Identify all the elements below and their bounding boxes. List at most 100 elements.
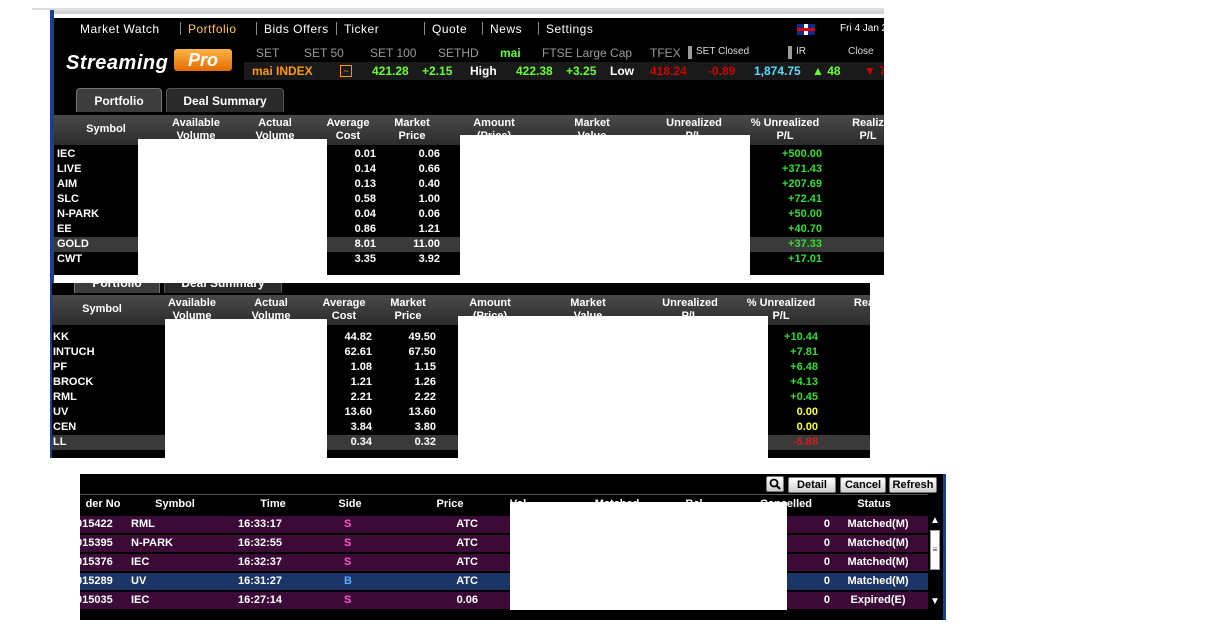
column-header-0[interactable]: Symbol xyxy=(54,123,158,136)
symbol-cell: INTUCH xyxy=(53,346,95,358)
status-indicator xyxy=(788,46,792,59)
column-header-line1: Available xyxy=(172,117,220,129)
menu-separator xyxy=(336,22,337,35)
uk-flag-icon[interactable] xyxy=(797,24,815,35)
menu-portfolio[interactable]: Portfolio xyxy=(188,22,237,36)
menu-news[interactable]: News xyxy=(490,22,522,36)
close-label: Close xyxy=(848,46,874,57)
order-col-0[interactable]: der No xyxy=(80,498,128,510)
order-time-cell: 16:32:37 xyxy=(238,556,283,568)
order-status-cell: Matched(M) xyxy=(847,556,909,568)
column-header-0[interactable]: Symbol xyxy=(52,303,154,316)
menu-ticker[interactable]: Ticker xyxy=(344,22,379,36)
column-header-4[interactable]: Market Price xyxy=(380,117,444,143)
orders-scrollbar[interactable]: ▲ ≡ ▼ xyxy=(928,514,942,610)
column-header-line1: Unrealized xyxy=(662,297,718,309)
order-no-cell: 015376 xyxy=(80,556,113,568)
order-col-2[interactable]: Time xyxy=(238,498,308,510)
order-row[interactable]: 015376 IEC 16:32:37 S ATC 0 Matched(M) xyxy=(80,554,928,571)
symbol-cell: KK xyxy=(53,331,69,343)
column-header-4[interactable]: Market Price xyxy=(376,297,440,323)
column-header-8[interactable]: % Unrealized P/L xyxy=(744,117,826,143)
pct-unrealized-cell: +207.69 xyxy=(781,178,822,190)
high-value: 422.38 xyxy=(516,64,553,78)
detail-button[interactable]: Detail xyxy=(788,477,836,493)
index-mai[interactable]: mai xyxy=(500,46,521,60)
column-header-line2: P/L xyxy=(859,130,877,142)
order-price-cell: 0.06 xyxy=(456,594,478,606)
order-no-cell: 015289 xyxy=(80,575,113,587)
market-price-cell: 67.50 xyxy=(408,346,436,358)
order-status-cell: Matched(M) xyxy=(847,518,909,530)
index-sethd[interactable]: SETHD xyxy=(438,46,479,60)
refresh-button[interactable]: Refresh xyxy=(889,477,937,493)
index-set-50[interactable]: SET 50 xyxy=(304,46,344,60)
menu-separator xyxy=(424,22,425,35)
market-price-cell: 3.80 xyxy=(414,421,436,433)
column-header-line1: Symbol xyxy=(86,123,126,135)
menu-bar: Market Watch Portfolio Bids Offers Ticker Qu… xyxy=(54,18,884,40)
column-header-9[interactable]: Realiz P/L xyxy=(838,117,884,143)
order-col-3[interactable]: Side xyxy=(338,498,362,510)
orders-header: der NoSymbolTimeSidePriceVolMatchedBalCa… xyxy=(80,494,928,514)
order-side-cell: S xyxy=(344,594,352,606)
low-change: -0.89 xyxy=(708,64,736,78)
order-row[interactable]: 015395 N-PARK 16:32:55 S ATC 0 Matched(M) xyxy=(80,535,928,552)
order-price-cell: ATC xyxy=(456,556,478,568)
order-row[interactable]: 015035 IEC 16:27:14 S 0.06 0 Expired(E) xyxy=(80,592,928,609)
menu-bids-offers[interactable]: Bids Offers xyxy=(264,22,329,36)
scroll-up-icon[interactable]: ▲ xyxy=(930,515,940,526)
pct-unrealized-cell: +72.41 xyxy=(788,193,822,205)
tab-portfolio[interactable]: Portfolio xyxy=(76,88,162,112)
menu-quote[interactable]: Quote xyxy=(432,22,467,36)
index-set[interactable]: SET xyxy=(256,46,279,60)
column-header-line1: Amount xyxy=(473,117,515,129)
index-tfex[interactable]: TFEX xyxy=(650,46,681,60)
low-value: 418.24 xyxy=(650,64,687,78)
market-price-cell: 2.22 xyxy=(414,391,436,403)
order-col-1[interactable]: Symbol xyxy=(132,498,218,510)
chart-icon[interactable]: ~ xyxy=(340,65,352,77)
market-price-cell: 1.15 xyxy=(414,361,436,373)
order-symbol-cell: RML xyxy=(131,518,155,530)
scroll-down-icon[interactable]: ▼ xyxy=(930,596,940,607)
order-row[interactable]: 015289 UV 16:31:27 B ATC 0 Matched(M) xyxy=(80,573,928,590)
portfolio-panel-bottom: Portfolio Deal Summary Symbol Available Vo… xyxy=(52,283,870,458)
order-cancelled-cell: 0 xyxy=(823,575,830,587)
index-set-100[interactable]: SET 100 xyxy=(370,46,416,60)
index-ftse-large-cap[interactable]: FTSE Large Cap xyxy=(542,46,632,60)
column-header-line2: Price xyxy=(398,130,426,142)
order-cancelled-cell: 0 xyxy=(823,537,830,549)
market-price-cell: 1.21 xyxy=(418,223,440,235)
portfolio-panel-top: Market Watch Portfolio Bids Offers Ticker Qu… xyxy=(54,18,884,275)
tab-portfolio-2[interactable]: Portfolio xyxy=(74,283,160,293)
order-side-cell: B xyxy=(344,575,352,587)
column-header-line1: Market xyxy=(394,117,430,129)
index-change: +2.15 xyxy=(422,64,453,78)
down-count: ▼ 7 xyxy=(864,64,884,78)
pct-unrealized-cell: +40.70 xyxy=(788,223,822,235)
symbol-cell: UV xyxy=(53,406,69,418)
low-label: Low xyxy=(610,64,634,78)
left-toolbar xyxy=(30,10,52,458)
redacted-volume xyxy=(138,139,327,275)
order-col-9[interactable]: Status xyxy=(830,498,918,510)
search-button[interactable] xyxy=(766,476,784,492)
scroll-thumb[interactable]: ≡ xyxy=(930,530,940,570)
index-selector-row: SET SET 50 SET 100 SETHD mai FTSE Large Cap TF… xyxy=(244,45,884,61)
order-symbol-cell: IEC xyxy=(131,556,150,568)
column-header-9[interactable]: Rea xyxy=(834,297,870,310)
order-time-cell: 16:27:14 xyxy=(238,594,283,606)
order-col-4[interactable]: Price xyxy=(420,498,480,510)
menu-market-watch[interactable]: Market Watch xyxy=(80,22,160,36)
cancel-button[interactable]: Cancel xyxy=(840,477,886,493)
column-header-line1: Realiz xyxy=(852,117,884,129)
menu-settings[interactable]: Settings xyxy=(546,22,593,36)
order-status-cell: Matched(M) xyxy=(847,575,909,587)
app-logo: Streaming Pro xyxy=(66,47,236,77)
order-status-cell: Matched(M) xyxy=(847,537,909,549)
tab-deal-summary-2[interactable]: Deal Summary xyxy=(164,283,282,293)
tab-deal-summary[interactable]: Deal Summary xyxy=(166,88,284,112)
order-symbol-cell: UV xyxy=(131,575,147,587)
order-row[interactable]: 015422 RML 16:33:17 S ATC 0 Matched(M) xyxy=(80,516,928,533)
